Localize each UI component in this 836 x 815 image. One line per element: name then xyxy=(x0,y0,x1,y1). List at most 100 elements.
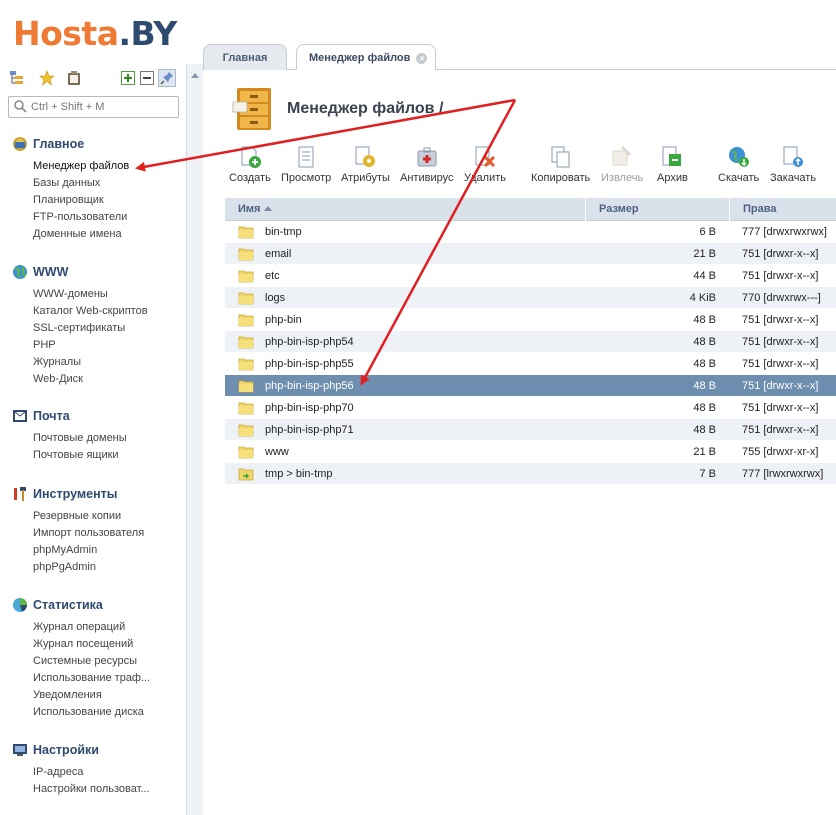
file-name: php-bin-isp-php54 xyxy=(265,336,354,348)
table-row[interactable]: php-bin-isp-php55 48 B 751 [drwxr-x--x] xyxy=(225,353,836,375)
sidebar-item-list: Резервные копии Импорт пользователя phpMyA… xyxy=(33,508,144,576)
stats-icon xyxy=(13,598,27,612)
sidebar-item[interactable]: Базы данных xyxy=(33,175,129,192)
pin-icon[interactable] xyxy=(158,69,176,87)
sidebar-item[interactable]: Резервные копии xyxy=(33,508,144,525)
file-size: 48 B xyxy=(693,380,716,392)
folder-icon xyxy=(238,446,254,459)
toolbar-button-attributes[interactable]: Атрибуты xyxy=(341,145,390,185)
file-name: email xyxy=(265,248,292,260)
tab-home[interactable]: Главная xyxy=(203,44,287,70)
file-size: 48 B xyxy=(693,336,716,348)
sidebar-item[interactable]: IP-адреса xyxy=(33,764,150,781)
sidebar-item[interactable]: Журнал операций xyxy=(33,619,150,636)
sidebar-item[interactable]: PHP xyxy=(33,337,148,354)
sidebar-item-list: WWW-домены Каталог Web-скриптов SSL-сертиф… xyxy=(33,286,148,388)
attributes-icon xyxy=(355,146,376,167)
table-row[interactable]: email 21 B 751 [drwxr-x--x] xyxy=(225,243,836,265)
tab-bar: Главная Менеджер файлов × xyxy=(203,42,836,71)
sidebar-item[interactable]: Почтовые ящики xyxy=(33,447,127,464)
file-rights: 751 [drwxr-x--x] xyxy=(742,270,819,282)
table-row[interactable]: php-bin-isp-php54 48 B 751 [drwxr-x--x] xyxy=(225,331,836,353)
toolbar-button-upload[interactable]: Закачать xyxy=(770,145,816,185)
copy-icon xyxy=(551,146,570,168)
sidebar-item[interactable]: Каталог Web-скриптов xyxy=(33,303,148,320)
extract-icon xyxy=(612,145,632,166)
sidebar-collapse-strip[interactable] xyxy=(186,64,203,815)
sidebar-item[interactable]: Использование диска xyxy=(33,704,150,721)
sidebar-item[interactable]: phpMyAdmin xyxy=(33,542,144,559)
sidebar-item[interactable]: Использование траф... xyxy=(33,670,150,687)
sidebar-item[interactable]: Web-Диск xyxy=(33,371,148,388)
file-cabinet-icon xyxy=(232,88,271,130)
column-header-label: Права xyxy=(743,203,777,215)
table-row[interactable]: bin-tmp 6 B 777 [drwxrwxrwx] xyxy=(225,221,836,243)
table-row[interactable]: tmp > bin-tmp 7 B 777 [lrwxrwxrwx] xyxy=(225,463,836,485)
new-file-icon xyxy=(241,146,261,168)
sidebar-item[interactable]: phpPgAdmin xyxy=(33,559,144,576)
toolbar-button-delete[interactable]: Удалить xyxy=(464,145,506,185)
sidebar-item[interactable]: Журналы xyxy=(33,354,148,371)
expand-all-icon[interactable] xyxy=(119,69,137,87)
sidebar-item[interactable]: WWW-домены xyxy=(33,286,148,303)
main-panel: Менеджер файлов / Создать Просмотр Атрибут… xyxy=(203,70,836,815)
sidebar-item[interactable]: FTP-пользователи xyxy=(33,209,129,226)
sidebar-item[interactable]: Настройки пользоват... xyxy=(33,781,150,798)
table-row[interactable]: php-bin 48 B 751 [drwxr-x--x] xyxy=(225,309,836,331)
table-row[interactable]: etc 44 B 751 [drwxr-x--x] xyxy=(225,265,836,287)
toolbar-button-label: Антивирус xyxy=(400,172,454,184)
sidebar-item[interactable]: Планировщик xyxy=(33,192,129,209)
logo: Hosta.BY xyxy=(13,14,177,53)
clipboard-icon[interactable] xyxy=(65,69,83,87)
delete-icon xyxy=(475,146,496,168)
column-header-size[interactable]: Размер xyxy=(585,198,729,221)
sidebar-item[interactable]: Уведомления xyxy=(33,687,150,704)
folder-icon xyxy=(238,336,254,349)
sidebar-item[interactable]: Системные ресурсы xyxy=(33,653,150,670)
toolbar-button-view[interactable]: Просмотр xyxy=(281,145,331,185)
sidebar-item[interactable]: Менеджер файлов xyxy=(33,158,129,175)
sidebar-item[interactable]: Доменные имена xyxy=(33,226,129,243)
tree-icon[interactable] xyxy=(8,69,26,87)
toolbar-button-extract: Извлечь xyxy=(601,145,643,185)
table-row[interactable]: www 21 B 755 [drwxr-xr-x] xyxy=(225,441,836,463)
sidebar-group-header[interactable]: Настройки xyxy=(12,742,99,758)
star-icon[interactable] xyxy=(38,69,56,87)
symlink-folder-icon xyxy=(238,468,254,481)
toolbar-button-new-file[interactable]: Создать xyxy=(229,145,271,185)
sidebar-item[interactable]: Журнал посещений xyxy=(33,636,150,653)
sidebar-group-header[interactable]: Почта xyxy=(12,408,70,424)
table-row[interactable]: php-bin-isp-php70 48 B 751 [drwxr-x--x] xyxy=(225,397,836,419)
sidebar-item[interactable]: Импорт пользователя xyxy=(33,525,144,542)
sidebar-group-header[interactable]: Инструменты xyxy=(12,486,117,502)
sidebar-group-title: Инструменты xyxy=(33,487,118,501)
toolbar-button-archive[interactable]: Архив xyxy=(657,145,688,185)
table-header: Имя Размер Права xyxy=(225,198,836,221)
sidebar-item[interactable]: Почтовые домены xyxy=(33,430,127,447)
sidebar-group-header[interactable]: WWW xyxy=(12,264,68,280)
table-row[interactable]: php-bin-isp-php56 48 B 751 [drwxr-x--x] xyxy=(225,375,836,397)
search-input[interactable] xyxy=(31,99,176,115)
toolbar-button-antivirus[interactable]: Антивирус xyxy=(400,145,453,185)
toolbar-button-copy[interactable]: Копировать xyxy=(531,145,590,185)
tab-file-manager[interactable]: Менеджер файлов × xyxy=(296,44,436,71)
sidebar-group-header[interactable]: Статистика xyxy=(12,597,103,613)
collapse-all-icon[interactable] xyxy=(138,69,156,87)
close-tab-icon[interactable]: × xyxy=(416,52,428,64)
tab-label: Менеджер файлов xyxy=(309,52,411,64)
search-icon xyxy=(14,100,27,113)
column-header-rights[interactable]: Права xyxy=(729,198,836,221)
folder-icon xyxy=(238,424,254,437)
column-header-name[interactable]: Имя xyxy=(225,198,585,221)
mail-icon xyxy=(13,410,27,422)
file-rights: 751 [drwxr-x--x] xyxy=(742,314,819,326)
collapse-arrow-icon[interactable] xyxy=(191,73,199,78)
toolbar-button-download[interactable]: Скачать xyxy=(718,145,759,185)
file-size: 48 B xyxy=(693,358,716,370)
file-size: 48 B xyxy=(693,314,716,326)
table-row[interactable]: php-bin-isp-php71 48 B 751 [drwxr-x--x] xyxy=(225,419,836,441)
sidebar-item[interactable]: SSL-сертификаты xyxy=(33,320,148,337)
table-row[interactable]: logs 4 KiB 770 [drwxrwx---] xyxy=(225,287,836,309)
sidebar-group-header[interactable]: Главное xyxy=(12,136,84,152)
file-name: logs xyxy=(265,292,286,304)
